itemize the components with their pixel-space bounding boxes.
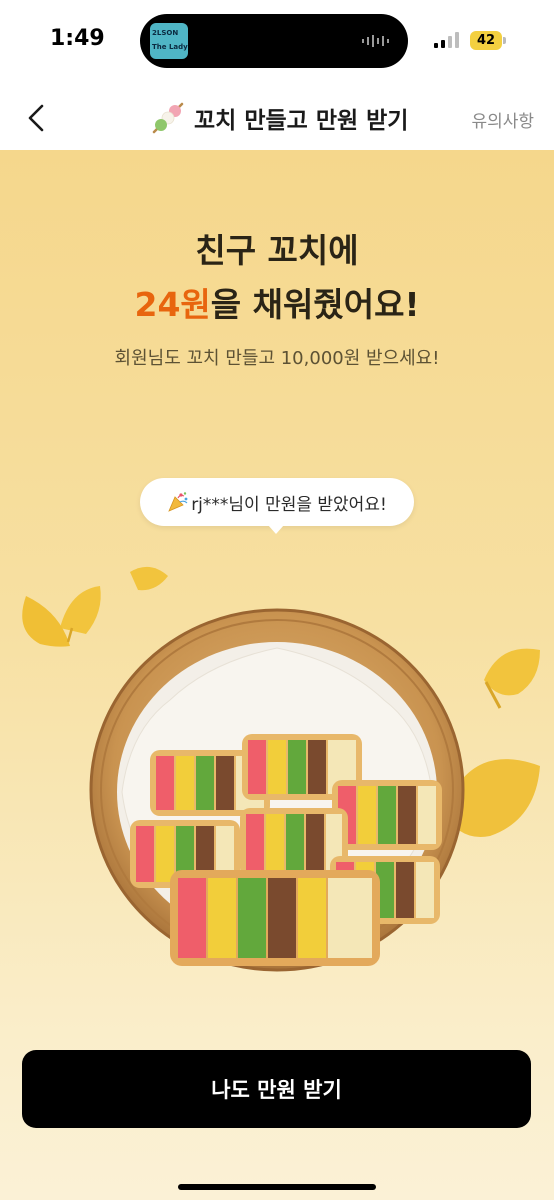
party-popper-icon	[168, 492, 188, 512]
now-playing-thumbnail: 2LSON The Lady	[150, 23, 188, 59]
thumbnail-line-2: The Lady	[152, 43, 188, 51]
cellular-signal-icon	[434, 32, 459, 48]
page-title: 꼬치 만들고 만원 받기	[150, 102, 408, 134]
status-bar: 1:49 2LSON The Lady 42	[0, 0, 554, 88]
reward-toast: rj***님이 만원을 받았어요!	[140, 478, 414, 526]
skewer-dango-icon	[152, 102, 184, 134]
nav-bar: 꼬치 만들고 만원 받기 유의사항	[0, 88, 554, 150]
skewer-basket-illustration	[22, 566, 540, 972]
page-title-text: 꼬치 만들고 만원 받기	[194, 108, 409, 134]
ginkgo-leaf-icon	[484, 648, 540, 709]
skewer-cookie	[170, 870, 380, 966]
skewer-cookie	[332, 780, 442, 850]
headline-amount: 24원	[134, 285, 211, 324]
headline-rest: 을 채워줬어요!	[210, 285, 420, 324]
status-time: 1:49	[50, 26, 105, 51]
chevron-left-icon	[28, 104, 44, 132]
battery-tip	[503, 37, 506, 44]
subtitle: 회원님도 꼬치 만들고 10,000원 받으세요!	[114, 348, 440, 369]
headline-line-1: 친구 꼬치에	[195, 231, 359, 270]
battery-level: 42	[470, 31, 502, 50]
headline-line-2: 24원을 채워줬어요!	[0, 278, 554, 326]
home-indicator	[178, 1184, 376, 1190]
toast-text: rj***님이 만원을 받았어요!	[191, 494, 387, 515]
audio-waveform-icon	[362, 35, 389, 47]
notice-link[interactable]: 유의사항	[471, 107, 534, 132]
back-button[interactable]	[18, 98, 58, 138]
main-content: 친구 꼬치에 24원을 채워줬어요! 회원님도 꼬치 만들고 10,000원 받…	[0, 150, 554, 1200]
ginkgo-leaf-icon	[130, 566, 168, 591]
get-reward-button[interactable]: 나도 만원 받기	[22, 1050, 531, 1128]
thumbnail-line-1: 2LSON	[152, 29, 179, 37]
